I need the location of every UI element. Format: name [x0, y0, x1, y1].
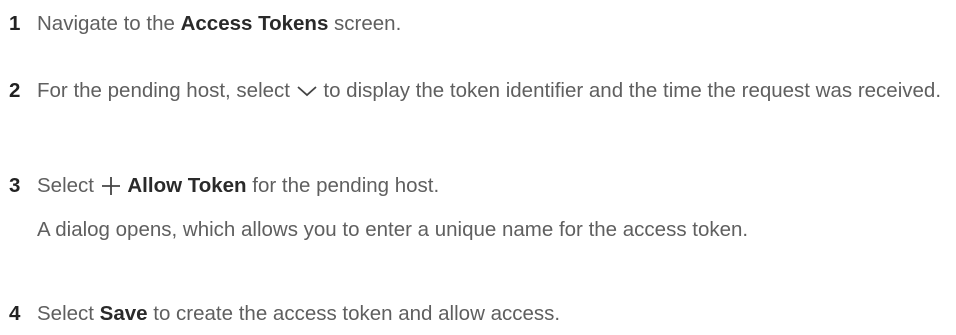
step-number: 4	[9, 302, 21, 325]
step-text: Select Save to create the access token a…	[37, 302, 561, 325]
step-text: Select Allow Token for the pending host.	[37, 172, 947, 203]
chevron-down-icon	[296, 81, 318, 108]
step-text: Navigate to the Access Tokens screen.	[37, 12, 402, 35]
access-tokens-label: Access Tokens	[180, 12, 329, 35]
step-number: 3	[9, 174, 21, 197]
allow-token-label: Allow Token	[127, 174, 247, 197]
step-number: 1	[9, 12, 21, 35]
step-text: For the pending host, select to display …	[37, 77, 947, 108]
step-note: A dialog opens, which allows you to ente…	[37, 218, 749, 241]
step-number: 2	[9, 79, 21, 102]
instruction-steps: 1 Navigate to the Access Tokens screen. …	[0, 0, 956, 335]
save-label: Save	[99, 302, 148, 325]
plus-icon	[100, 176, 122, 203]
